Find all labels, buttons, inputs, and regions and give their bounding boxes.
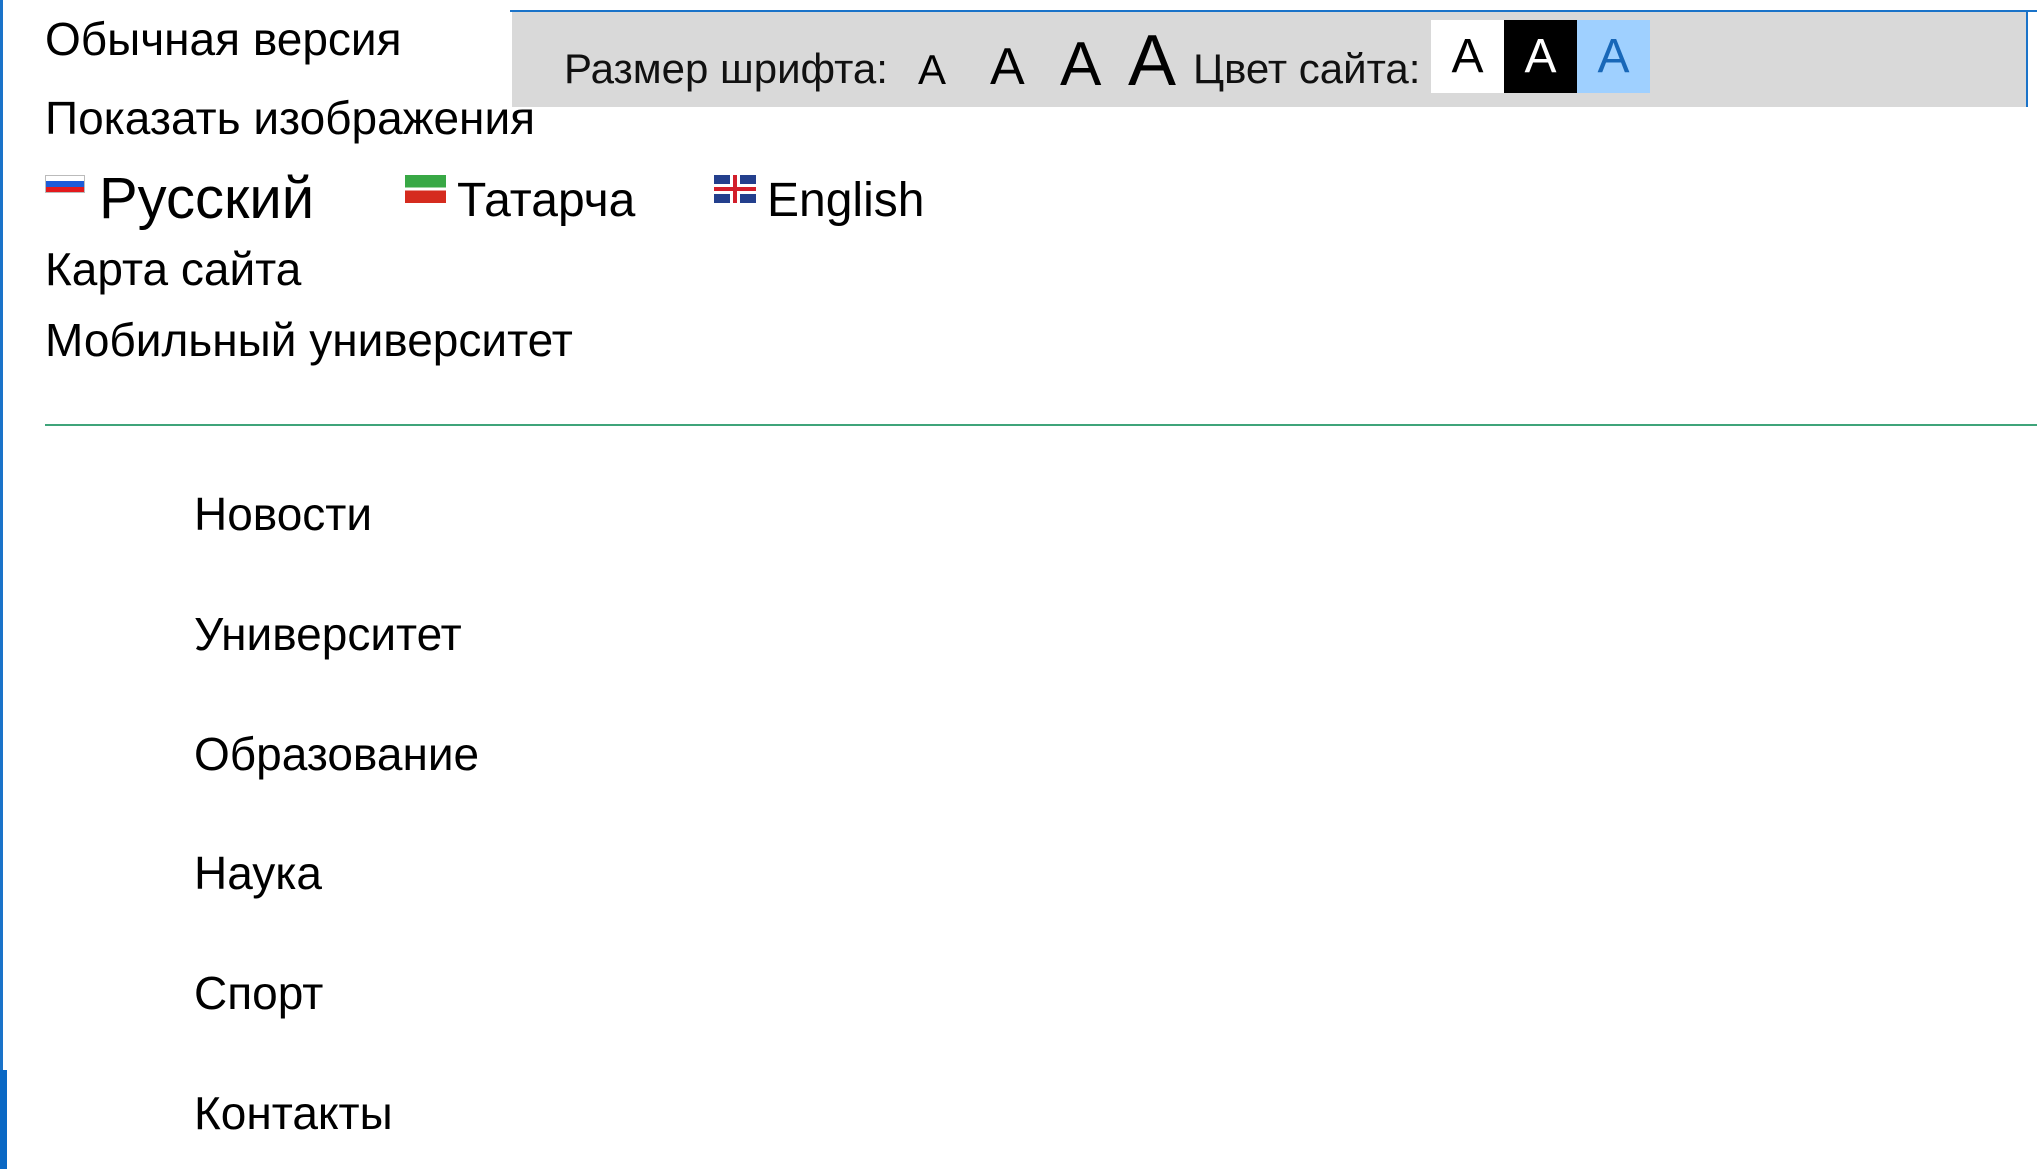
language-russian-link[interactable]: Русский	[99, 165, 314, 232]
font-size-medium-button[interactable]: A	[990, 41, 1025, 93]
menu-item-sport[interactable]: Спорт	[194, 966, 323, 1020]
accessibility-bar: Размер шрифта: A A A A Цвет сайта: A A A	[512, 12, 2028, 107]
show-images-link[interactable]: Показать изображения	[45, 91, 535, 145]
sitemap-link[interactable]: Карта сайта	[45, 242, 301, 296]
mobile-university-link[interactable]: Мобильный университет	[45, 313, 573, 367]
language-tatar-link[interactable]: Татарча	[457, 173, 635, 228]
menu-item-contacts[interactable]: Контакты	[194, 1086, 393, 1140]
normal-version-link[interactable]: Обычная версия	[45, 12, 402, 66]
font-size-xlarge-button[interactable]: A	[1128, 25, 1176, 97]
color-black-button[interactable]: A	[1504, 20, 1577, 93]
menu-item-education[interactable]: Образование	[194, 727, 479, 781]
russia-flag-icon	[45, 175, 85, 193]
menu-item-science[interactable]: Наука	[194, 846, 322, 900]
menu-item-news[interactable]: Новости	[194, 487, 372, 541]
font-size-small-button[interactable]: A	[918, 49, 946, 91]
uk-flag-icon	[714, 175, 756, 203]
site-color-label: Цвет сайта:	[1193, 45, 1421, 92]
header-divider	[45, 424, 2037, 426]
language-english-link[interactable]: English	[767, 173, 924, 228]
menu-item-university[interactable]: Университет	[194, 607, 462, 661]
window-left-accent	[0, 1070, 7, 1169]
window-left-border	[0, 0, 3, 1169]
color-white-button[interactable]: A	[1431, 20, 1504, 93]
tatarstan-flag-icon	[405, 175, 446, 203]
color-blue-button[interactable]: A	[1577, 20, 1650, 93]
font-size-large-button[interactable]: A	[1060, 34, 1101, 96]
font-size-label: Размер шрифта:	[564, 45, 888, 92]
